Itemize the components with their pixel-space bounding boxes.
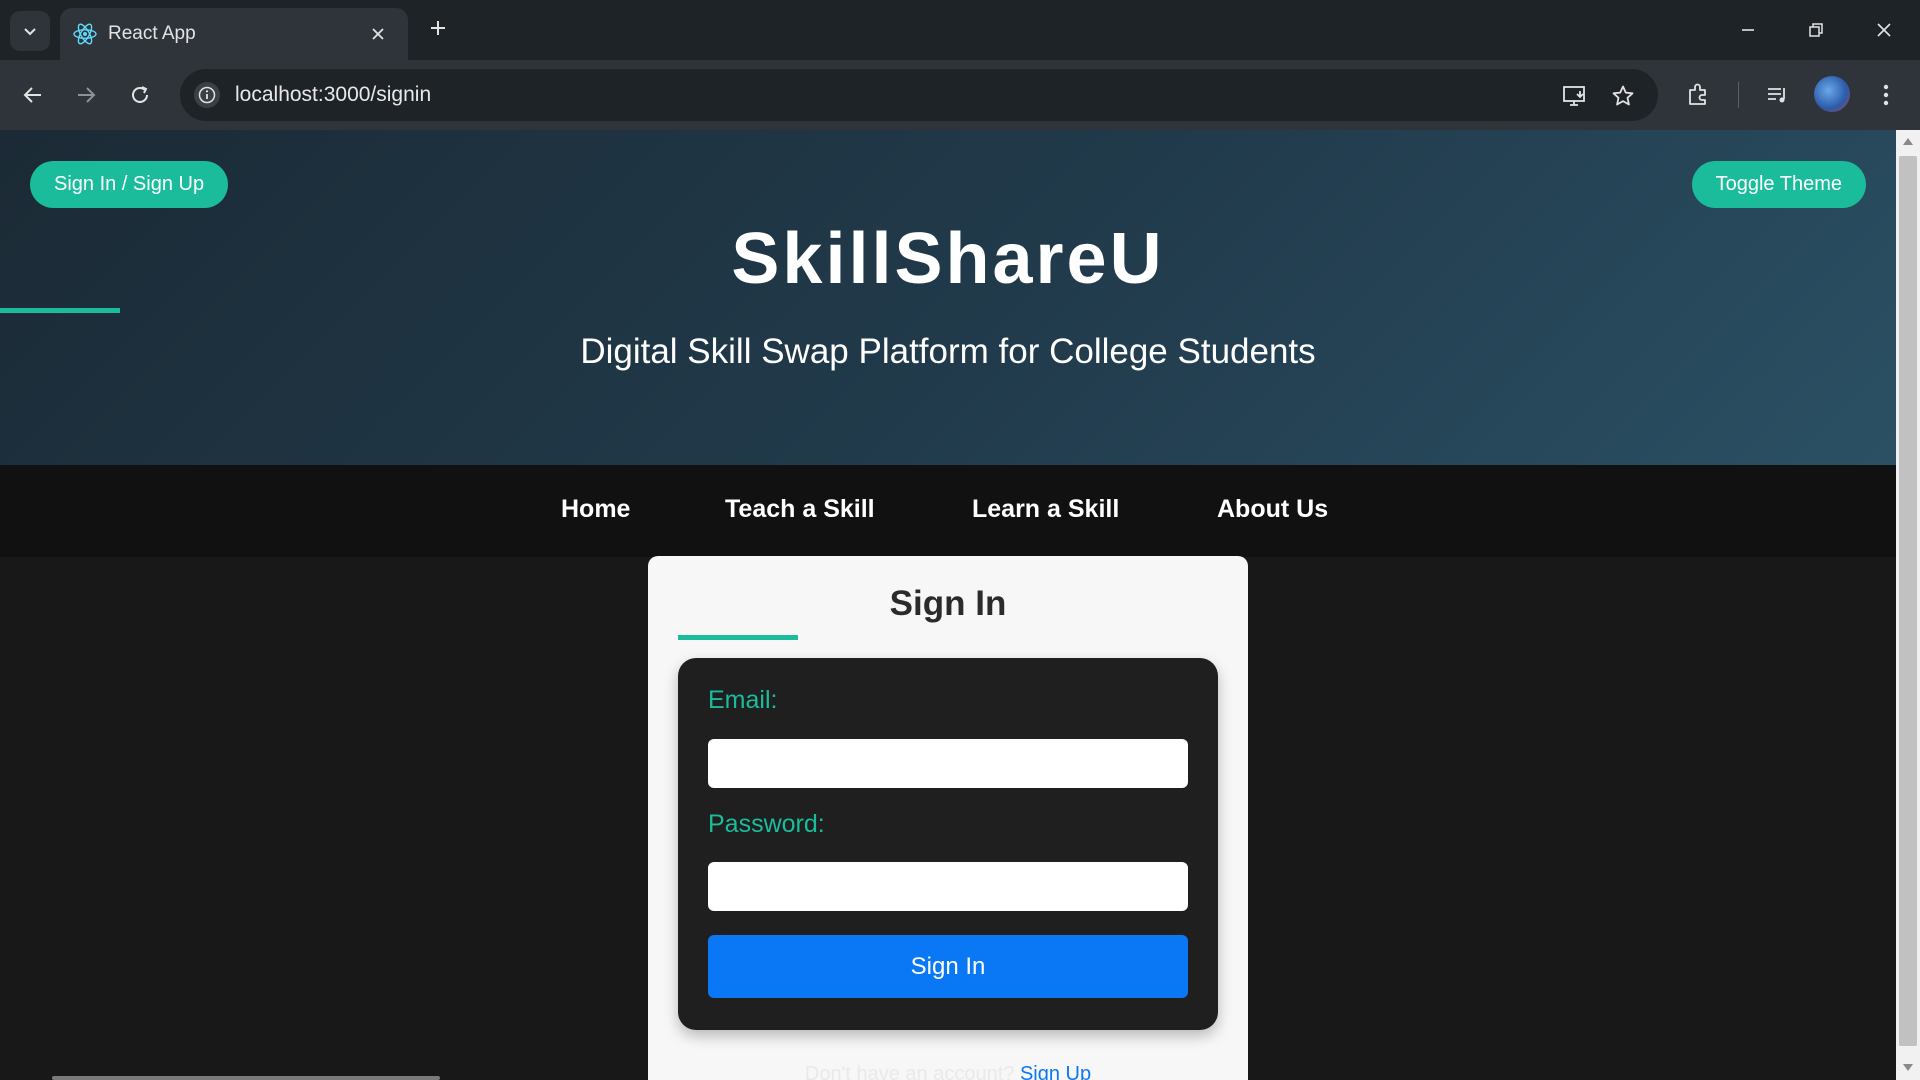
- close-icon: [372, 28, 384, 40]
- media-controls-button[interactable]: [1760, 77, 1796, 113]
- scroll-down-arrow-icon[interactable]: [1903, 1064, 1913, 1071]
- restore-button[interactable]: [1799, 14, 1833, 46]
- password-label: Password:: [708, 810, 825, 838]
- tab-close-button[interactable]: [364, 20, 392, 48]
- toggle-theme-button[interactable]: Toggle Theme: [1691, 161, 1866, 208]
- more-vertical-icon: [1883, 84, 1889, 106]
- star-icon: [1612, 85, 1634, 106]
- install-app-icon: [1563, 86, 1585, 106]
- vertical-scrollbar[interactable]: [1896, 130, 1920, 1080]
- title-accent-line: [678, 635, 798, 640]
- bookmark-button[interactable]: [1608, 81, 1638, 111]
- chevron-down-icon: [24, 28, 36, 36]
- email-field[interactable]: [708, 739, 1188, 788]
- scroll-up-arrow-icon[interactable]: [1903, 138, 1913, 145]
- sign-in-submit-button[interactable]: Sign In: [708, 935, 1188, 998]
- browser-tabstrip: React App: [0, 0, 1920, 60]
- plus-icon: [431, 21, 445, 35]
- url-text[interactable]: localhost:3000/signin: [235, 83, 431, 107]
- minimize-icon: [1742, 29, 1754, 31]
- info-icon: [198, 86, 216, 104]
- header-accent-line: [0, 308, 120, 313]
- address-bar[interactable]: localhost:3000/signin: [180, 69, 1658, 121]
- sign-up-prompt-line: Don't have an account? Sign Up: [648, 1063, 1248, 1080]
- toolbar-divider: [1738, 82, 1739, 108]
- sign-in-title: Sign In: [889, 584, 1007, 623]
- sign-in-sign-up-button[interactable]: Sign In / Sign Up: [30, 161, 229, 208]
- site-subtitle: Digital Skill Swap Platform for College …: [580, 332, 1316, 371]
- tab-title: React App: [108, 23, 196, 44]
- site-title: SkillShareU: [731, 219, 1165, 299]
- sign-in-form: Email: Password: Sign In: [678, 658, 1218, 1030]
- browser-menu-button[interactable]: [1868, 77, 1904, 113]
- minimize-button[interactable]: [1731, 14, 1765, 46]
- main-navigation: Home Teach a Skill Learn a Skill About U…: [0, 465, 1896, 557]
- media-queue-icon: [1768, 88, 1785, 103]
- arrow-left-icon: [23, 87, 41, 103]
- browser-toolbar: localhost:3000/signin: [0, 60, 1920, 130]
- back-button[interactable]: [13, 75, 53, 115]
- site-header: Sign In / Sign Up Toggle Theme SkillShar…: [0, 130, 1896, 465]
- puzzle-icon: [1689, 83, 1706, 105]
- arrow-right-icon: [78, 87, 96, 103]
- reload-button[interactable]: [120, 75, 160, 115]
- browser-tab[interactable]: React App: [60, 8, 408, 60]
- site-info-button[interactable]: [194, 82, 220, 108]
- nav-teach-a-skill[interactable]: Teach a Skill: [725, 495, 875, 524]
- password-field[interactable]: [708, 862, 1188, 911]
- page-viewport: Sign In / Sign Up Toggle Theme SkillShar…: [0, 130, 1896, 1080]
- nav-learn-a-skill[interactable]: Learn a Skill: [972, 495, 1119, 524]
- email-label: Email:: [708, 686, 778, 714]
- forward-button[interactable]: [66, 75, 106, 115]
- window-close-button[interactable]: [1867, 14, 1901, 46]
- react-logo-icon: [73, 23, 97, 45]
- sign-in-card: Sign In Email: Password: Sign In Don't h…: [648, 556, 1248, 1080]
- profile-avatar[interactable]: [1814, 76, 1850, 112]
- horizontal-scrollbar-thumb[interactable]: [52, 1076, 440, 1080]
- nav-home[interactable]: Home: [561, 495, 630, 524]
- close-icon: [1877, 23, 1891, 37]
- scrollbar-thumb[interactable]: [1899, 156, 1917, 1046]
- sign-up-link[interactable]: Sign Up: [1020, 1063, 1091, 1080]
- extensions-button[interactable]: [1680, 77, 1716, 113]
- restore-icon: [1809, 23, 1823, 37]
- sign-up-prompt: Don't have an account?: [804, 1063, 1015, 1080]
- tab-search-button[interactable]: [10, 11, 50, 51]
- nav-about-us[interactable]: About Us: [1217, 495, 1328, 524]
- reload-icon: [132, 86, 148, 103]
- new-tab-button[interactable]: [424, 14, 452, 42]
- install-app-button[interactable]: [1560, 81, 1590, 111]
